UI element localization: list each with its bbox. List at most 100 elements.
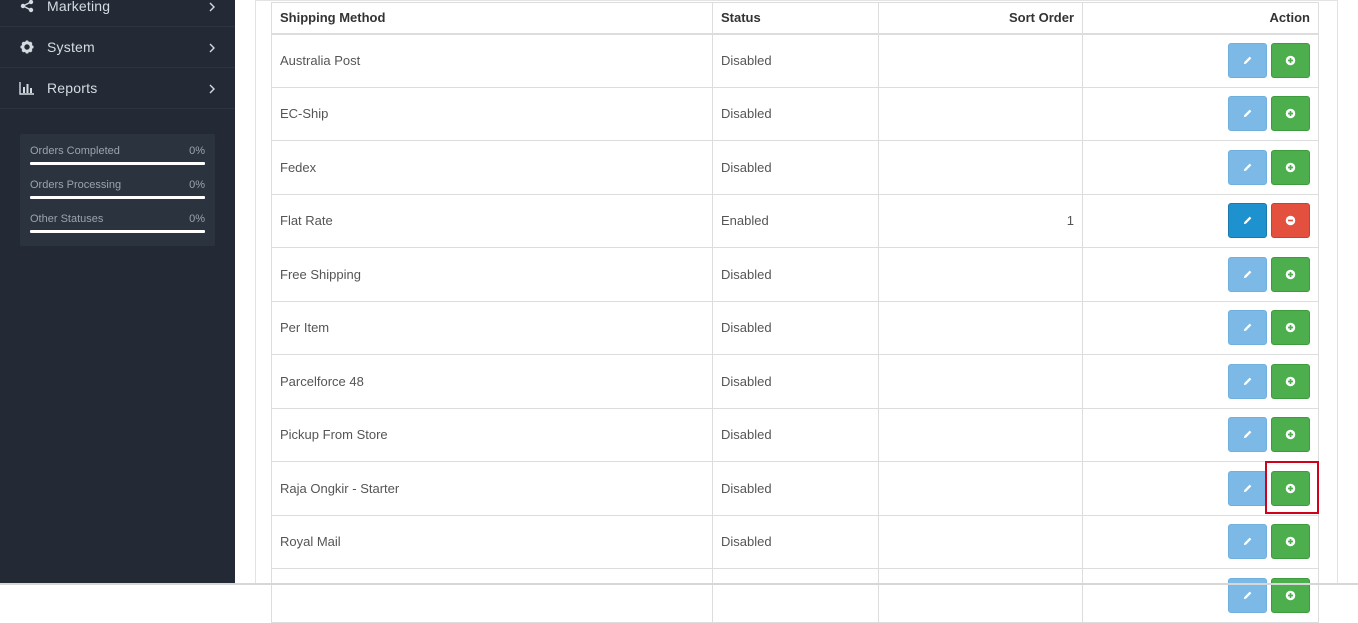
install-button[interactable] [1271,149,1310,185]
edit-button[interactable] [1228,363,1267,399]
sidebar: Marketing System Reports Orders Complete… [0,0,235,585]
order-stats-panel: Orders Completed 0% Orders Processing 0%… [20,134,215,246]
install-button[interactable] [1271,363,1310,399]
stat-orders-processing: Orders Processing 0% [30,179,205,213]
action-buttons [1091,363,1310,399]
edit-button[interactable] [1228,417,1267,453]
cell-method: Free Shipping [271,247,713,302]
plus-circle-icon [1285,269,1296,280]
pencil-icon [1242,215,1253,226]
cell-status: Disabled [712,407,879,462]
stat-value: 0% [189,179,205,191]
cell-action [1082,247,1319,302]
pencil-icon [1242,536,1253,547]
cell-sort-order [878,568,1083,623]
plus-circle-icon [1285,590,1296,601]
shipping-methods-table: Shipping Method Status Sort Order Action… [271,2,1319,623]
cell-action [1082,86,1319,141]
cell-status: Disabled [712,300,879,355]
edit-button[interactable] [1228,43,1267,78]
progress-bar [30,162,205,165]
plus-circle-icon [1285,322,1296,333]
gear-icon [18,39,36,55]
cell-sort-order [878,300,1083,355]
edit-button[interactable] [1228,310,1267,346]
cell-sort-order [878,514,1083,569]
table-row: Per Item Disabled [271,300,1319,355]
edit-button[interactable] [1228,470,1267,506]
table-row: Raja Ongkir - Starter Disabled [271,461,1319,516]
cell-action [1082,354,1319,409]
cell-sort-order [878,86,1083,141]
pencil-icon [1242,429,1253,440]
action-buttons [1091,417,1310,453]
cell-sort-order [878,33,1083,88]
cell-action [1082,514,1319,569]
install-button[interactable] [1271,310,1310,346]
install-button[interactable] [1271,470,1310,506]
pencil-icon [1242,376,1253,387]
bar-chart-icon [18,80,36,96]
sidebar-item-label: Reports [47,80,98,96]
action-buttons [1091,470,1310,506]
edit-button[interactable] [1228,524,1267,560]
install-button[interactable] [1271,524,1310,560]
chevron-right-icon [208,41,218,53]
edit-button[interactable] [1228,96,1267,132]
column-header-sort-order[interactable]: Sort Order [878,2,1083,35]
cell-action [1082,300,1319,355]
table-row [271,568,1319,623]
plus-circle-icon [1285,376,1296,387]
cell-action [1082,461,1319,516]
edit-button[interactable] [1228,203,1267,239]
edit-button[interactable] [1228,256,1267,292]
cell-sort-order [878,354,1083,409]
install-button[interactable] [1271,417,1310,453]
cell-sort-order [878,140,1083,195]
sidebar-item-marketing[interactable]: Marketing [0,0,235,27]
install-button[interactable] [1271,96,1310,132]
cell-method: Per Item [271,300,713,355]
table-row: Parcelforce 48 Disabled [271,354,1319,409]
stat-orders-completed: Orders Completed 0% [30,145,205,179]
plus-circle-icon [1285,483,1296,494]
cell-action [1082,140,1319,195]
cell-sort-order [878,407,1083,462]
stat-value: 0% [189,145,205,157]
pencil-icon [1242,322,1253,333]
table-row: Flat Rate Enabled 1 [271,193,1319,248]
cell-method: Flat Rate [271,193,713,248]
install-button[interactable] [1271,256,1310,292]
stat-other-statuses: Other Statuses 0% [30,213,205,247]
chevron-right-icon [208,0,218,12]
table-header-row: Shipping Method Status Sort Order Action [271,2,1319,35]
column-header-status[interactable]: Status [712,2,879,35]
uninstall-button[interactable] [1271,203,1310,239]
cell-method: Australia Post [271,33,713,88]
cell-method: EC-Ship [271,86,713,141]
action-buttons [1091,96,1310,132]
progress-bar [30,196,205,199]
pencil-icon [1242,483,1253,494]
cell-method: Raja Ongkir - Starter [271,461,713,516]
stat-label: Orders Processing [30,179,122,191]
plus-circle-icon [1285,55,1296,66]
action-buttons [1091,43,1310,78]
share-icon [18,0,36,14]
action-buttons [1091,149,1310,185]
column-header-method[interactable]: Shipping Method [271,2,713,35]
cell-status: Disabled [712,86,879,141]
progress-bar [30,230,205,233]
action-buttons [1091,524,1310,560]
stat-value: 0% [189,213,205,225]
install-button[interactable] [1271,43,1310,78]
cell-status: Disabled [712,247,879,302]
edit-button[interactable] [1228,149,1267,185]
cell-method: Parcelforce 48 [271,354,713,409]
sidebar-item-reports[interactable]: Reports [0,68,235,109]
chevron-right-icon [208,82,218,94]
table-row: Free Shipping Disabled [271,247,1319,302]
cell-method: Pickup From Store [271,407,713,462]
table-row: Royal Mail Disabled [271,514,1319,569]
sidebar-item-system[interactable]: System [0,27,235,68]
